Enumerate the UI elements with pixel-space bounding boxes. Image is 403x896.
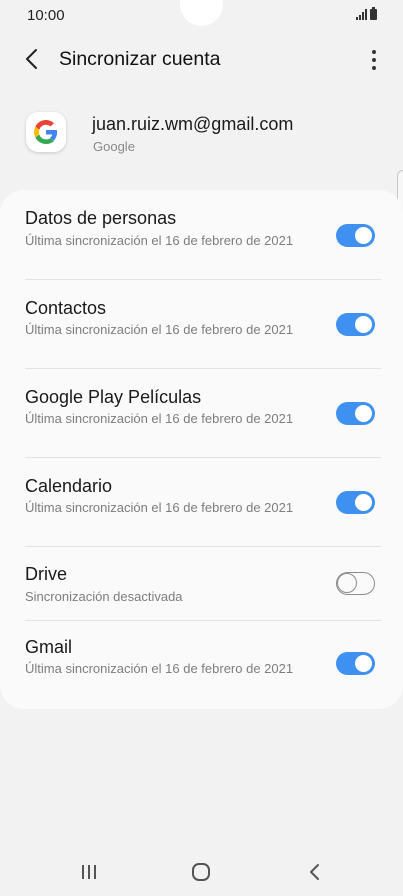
sync-list: Datos de personas Última sincronización … xyxy=(0,190,403,709)
navigation-bar xyxy=(0,850,403,896)
battery-icon xyxy=(370,7,377,20)
sync-item-subtitle: Última sincronización el 16 de febrero d… xyxy=(25,411,294,426)
sync-item-title: Gmail xyxy=(25,637,73,657)
sync-item-datos-personas[interactable]: Datos de personas Última sincronización … xyxy=(0,190,403,279)
screen: 10:00 Sincronizar cuenta juan.ruiz.wm@gm… xyxy=(0,0,403,896)
back-icon xyxy=(310,864,319,880)
sync-toggle[interactable] xyxy=(336,652,375,675)
app-bar: Sincronizar cuenta xyxy=(0,38,403,82)
more-vert-icon xyxy=(372,50,376,54)
sync-toggle[interactable] xyxy=(336,402,375,425)
sync-item-calendario[interactable]: Calendario Última sincronización el 16 d… xyxy=(0,458,403,546)
account-info: juan.ruiz.wm@gmail.com Google xyxy=(0,110,403,170)
sync-toggle[interactable] xyxy=(336,313,375,336)
sync-item-drive[interactable]: Drive Sincronización desactivada xyxy=(0,547,403,620)
account-type: Google xyxy=(93,139,135,154)
sync-item-title: Drive xyxy=(25,564,68,584)
back-button[interactable] xyxy=(18,44,48,74)
sync-item-subtitle: Última sincronización el 16 de febrero d… xyxy=(25,233,294,248)
sync-item-play-peliculas[interactable]: Google Play Películas Última sincronizac… xyxy=(0,369,403,457)
chevron-left-icon xyxy=(26,49,37,69)
sync-item-subtitle: Última sincronización el 16 de febrero d… xyxy=(25,322,294,337)
sync-item-subtitle: Última sincronización el 16 de febrero d… xyxy=(25,661,294,676)
sync-item-subtitle: Sincronización desactivada xyxy=(25,589,183,604)
sync-item-subtitle: Última sincronización el 16 de febrero d… xyxy=(25,500,294,515)
sync-item-title: Google Play Películas xyxy=(25,387,202,407)
camera-notch xyxy=(180,0,223,26)
page-title: Sincronizar cuenta xyxy=(59,48,221,70)
sync-item-title: Contactos xyxy=(25,298,107,318)
status-icons xyxy=(356,7,377,20)
status-bar: 10:00 xyxy=(0,0,403,32)
nav-back-button[interactable] xyxy=(295,860,335,884)
home-button[interactable] xyxy=(181,860,221,884)
sync-toggle[interactable] xyxy=(336,572,375,595)
more-options-button[interactable] xyxy=(367,46,381,74)
home-icon xyxy=(192,863,210,881)
recents-icon xyxy=(82,865,96,879)
sync-item-title: Calendario xyxy=(25,476,113,496)
sync-item-contactos[interactable]: Contactos Última sincronización el 16 de… xyxy=(0,280,403,368)
sync-toggle[interactable] xyxy=(336,491,375,514)
sync-item-gmail[interactable]: Gmail Última sincronización el 16 de feb… xyxy=(0,621,403,709)
recents-button[interactable] xyxy=(69,860,109,884)
google-logo-icon xyxy=(26,112,66,152)
account-email: juan.ruiz.wm@gmail.com xyxy=(92,114,294,134)
signal-icon xyxy=(356,9,367,20)
status-time: 10:00 xyxy=(27,7,65,24)
sync-toggle[interactable] xyxy=(336,224,375,247)
sync-item-title: Datos de personas xyxy=(25,208,177,228)
